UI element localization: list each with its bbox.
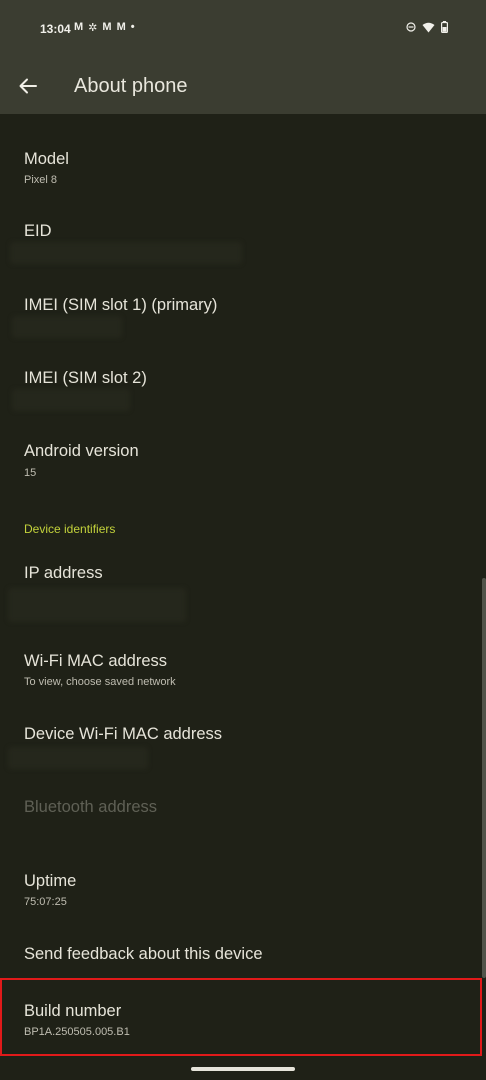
device-wifi-mac-item[interactable]: Device Wi-Fi MAC address — [0, 713, 486, 775]
model-title: Model — [24, 150, 69, 168]
imei-slot1-title: IMEI (SIM slot 1) (primary) — [24, 296, 218, 314]
android-version-summary: 15 — [24, 467, 37, 479]
pinwheel-icon: ✲ — [88, 22, 98, 34]
system-icons — [406, 21, 449, 36]
wifi-mac-item[interactable]: Wi-Fi MAC address To view, choose saved … — [0, 640, 486, 702]
page-title: About phone — [74, 75, 188, 97]
wifi-icon — [422, 22, 435, 36]
redacted-value — [12, 389, 130, 411]
send-feedback-title: Send feedback about this device — [24, 945, 263, 963]
status-time: 13:04 — [40, 22, 71, 36]
uptime-item[interactable]: Uptime 75:07:25 — [0, 860, 486, 922]
highlight-box — [0, 978, 482, 1056]
uptime-title: Uptime — [24, 872, 77, 890]
status-bar: 13:04 M ✲ M M • — [0, 0, 486, 60]
model-summary: Pixel 8 — [24, 174, 58, 186]
android-version-item[interactable]: Android version 15 — [0, 430, 486, 492]
app-bar: About phone — [0, 60, 486, 114]
dnd-icon — [406, 22, 416, 35]
wifi-mac-title: Wi-Fi MAC address — [24, 652, 168, 670]
dot-icon: • — [130, 21, 135, 33]
uptime-summary: 75:07:25 — [24, 896, 67, 908]
eid-title: EID — [24, 222, 52, 240]
imei-slot1-item[interactable]: IMEI (SIM slot 1) (primary) — [0, 284, 486, 346]
back-button[interactable] — [12, 70, 44, 102]
device-wifi-mac-title: Device Wi-Fi MAC address — [24, 725, 223, 743]
redacted-value — [10, 242, 242, 264]
redacted-value — [8, 747, 148, 769]
gmail-icon: M — [116, 21, 126, 33]
imei-slot2-item[interactable]: IMEI (SIM slot 2) — [0, 357, 486, 419]
arrow-left-icon — [19, 78, 37, 94]
gmail-icon: M — [102, 21, 112, 33]
section-header-device-identifiers: Device identifiers — [24, 522, 116, 536]
eid-item[interactable]: EID — [0, 210, 486, 272]
model-item[interactable]: Model Pixel 8 — [0, 138, 486, 200]
redacted-value — [8, 588, 186, 622]
ip-address-title: IP address — [24, 564, 103, 582]
bluetooth-address-title: Bluetooth address — [24, 798, 158, 816]
gmail-icon: M — [74, 21, 84, 33]
notification-icons: M ✲ M M • — [74, 21, 135, 34]
bluetooth-address-item: Bluetooth address — [0, 786, 486, 848]
android-version-title: Android version — [24, 442, 139, 460]
redacted-value — [12, 316, 122, 338]
ip-address-item[interactable]: IP address — [0, 552, 486, 624]
battery-icon — [441, 21, 449, 36]
gesture-nav-handle[interactable] — [191, 1067, 295, 1071]
scrollbar[interactable] — [482, 578, 486, 978]
imei-slot2-title: IMEI (SIM slot 2) — [24, 369, 147, 387]
wifi-mac-summary: To view, choose saved network — [24, 676, 176, 688]
send-feedback-item[interactable]: Send feedback about this device — [0, 933, 486, 973]
